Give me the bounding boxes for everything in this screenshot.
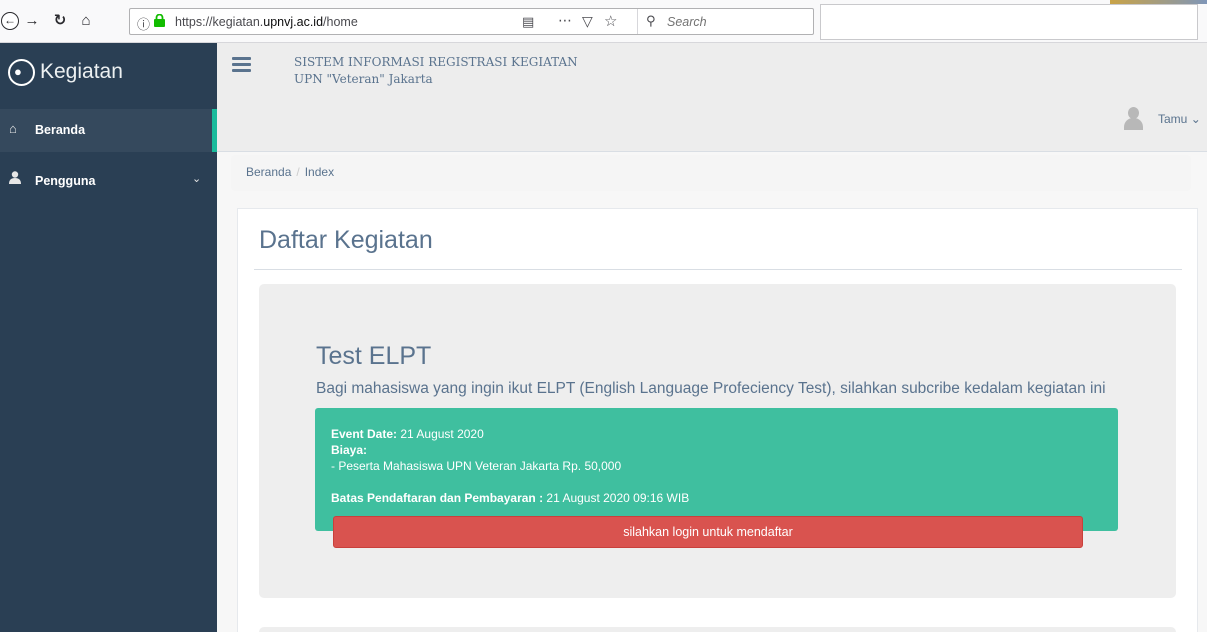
reload-icon[interactable]: ↻: [50, 11, 70, 31]
sidebar: ● Kegiatan ⌂ Beranda Pengguna ⌄: [0, 43, 217, 632]
blank-window-area: [820, 4, 1198, 40]
content-panel: Daftar Kegiatan Test ELPT Bagi mahasiswa…: [237, 208, 1198, 632]
breadcrumb-current: Index: [304, 165, 335, 179]
lock-icon: [154, 14, 165, 27]
info-icon[interactable]: ⓘ: [137, 14, 150, 33]
breadcrumb-home[interactable]: Beranda: [246, 165, 291, 179]
event-info-box: Event Date: 21 August 2020 Biaya: - Pese…: [315, 408, 1118, 531]
cost-item: - Peserta Mahasiswa UPN Veteran Jakarta …: [331, 459, 622, 473]
sidebar-item-label: Beranda: [35, 123, 86, 137]
user-name: Tamu ⌄: [1158, 112, 1201, 126]
system-title: SISTEM INFORMASI REGISTRASI KEGIATAN UPN…: [294, 54, 578, 88]
event-description: Bagi mahasiswa yang ingin ikut ELPT (Eng…: [316, 380, 1106, 397]
sidebar-item-beranda[interactable]: ⌂ Beranda: [0, 109, 217, 152]
reader-view-icon[interactable]: ▤: [522, 14, 534, 30]
brand-title: Kegiatan: [40, 60, 123, 83]
decorative-strip: [1110, 0, 1207, 4]
event-title: Test ELPT: [316, 342, 432, 370]
breadcrumb-separator: /: [296, 165, 300, 179]
url-text: https://kegiatan.upnvj.ac.id/home: [175, 15, 358, 29]
url-bar[interactable]: ⓘ https://kegiatan.upnvj.ac.id/home ▤ ⋯ …: [129, 8, 814, 35]
breadcrumb: Beranda / Index: [231, 155, 1191, 191]
pocket-icon[interactable]: ▽: [582, 13, 593, 30]
system-title-line2: UPN "Veteran" Jakarta: [294, 72, 433, 86]
divider: [637, 9, 638, 34]
chevron-down-icon: ⌄: [192, 173, 202, 185]
bookmark-star-icon[interactable]: ☆: [604, 12, 617, 30]
registration-deadline: Batas Pendaftaran dan Pembayaran : 21 Au…: [331, 491, 690, 505]
cost-label: Biaya:: [331, 443, 368, 457]
search-input[interactable]: Search: [667, 15, 707, 29]
avatar: [1123, 106, 1143, 130]
sidebar-item-label: Pengguna: [35, 174, 96, 188]
search-icon: ⚲: [646, 13, 656, 28]
system-title-line1: SISTEM INFORMASI REGISTRASI KEGIATAN: [294, 55, 578, 69]
browser-toolbar: ← → ↻ ⌂ ⓘ https://kegiatan.upnvj.ac.id/h…: [0, 0, 1207, 43]
divider: [254, 269, 1182, 270]
event-date: Event Date: 21 August 2020: [331, 427, 484, 441]
home-icon[interactable]: ⌂: [76, 11, 96, 31]
chevron-down-icon: ⌄: [1190, 112, 1201, 126]
page-title: Daftar Kegiatan: [259, 226, 433, 254]
more-options-icon[interactable]: ⋯: [558, 12, 573, 29]
event-card: Test ELPT Bagi mahasiswa yang ingin ikut…: [259, 284, 1176, 598]
user-icon: [9, 171, 21, 184]
top-navbar: SISTEM INFORMASI REGISTRASI KEGIATAN UPN…: [217, 43, 1207, 152]
sidebar-item-pengguna[interactable]: Pengguna ⌄: [0, 160, 217, 203]
menu-toggle-icon[interactable]: [232, 57, 251, 72]
users-icon: ●: [8, 59, 35, 86]
back-arrow-icon[interactable]: ←: [1, 12, 19, 30]
login-to-register-button[interactable]: silahkan login untuk mendaftar: [333, 516, 1083, 548]
main-content: Beranda / Index Daftar Kegiatan Test ELPT …: [217, 152, 1207, 632]
home-icon: ⌂: [9, 121, 17, 136]
forward-arrow-icon[interactable]: →: [22, 11, 42, 31]
next-event-card: [259, 627, 1176, 632]
brand[interactable]: ● Kegiatan: [0, 43, 217, 109]
